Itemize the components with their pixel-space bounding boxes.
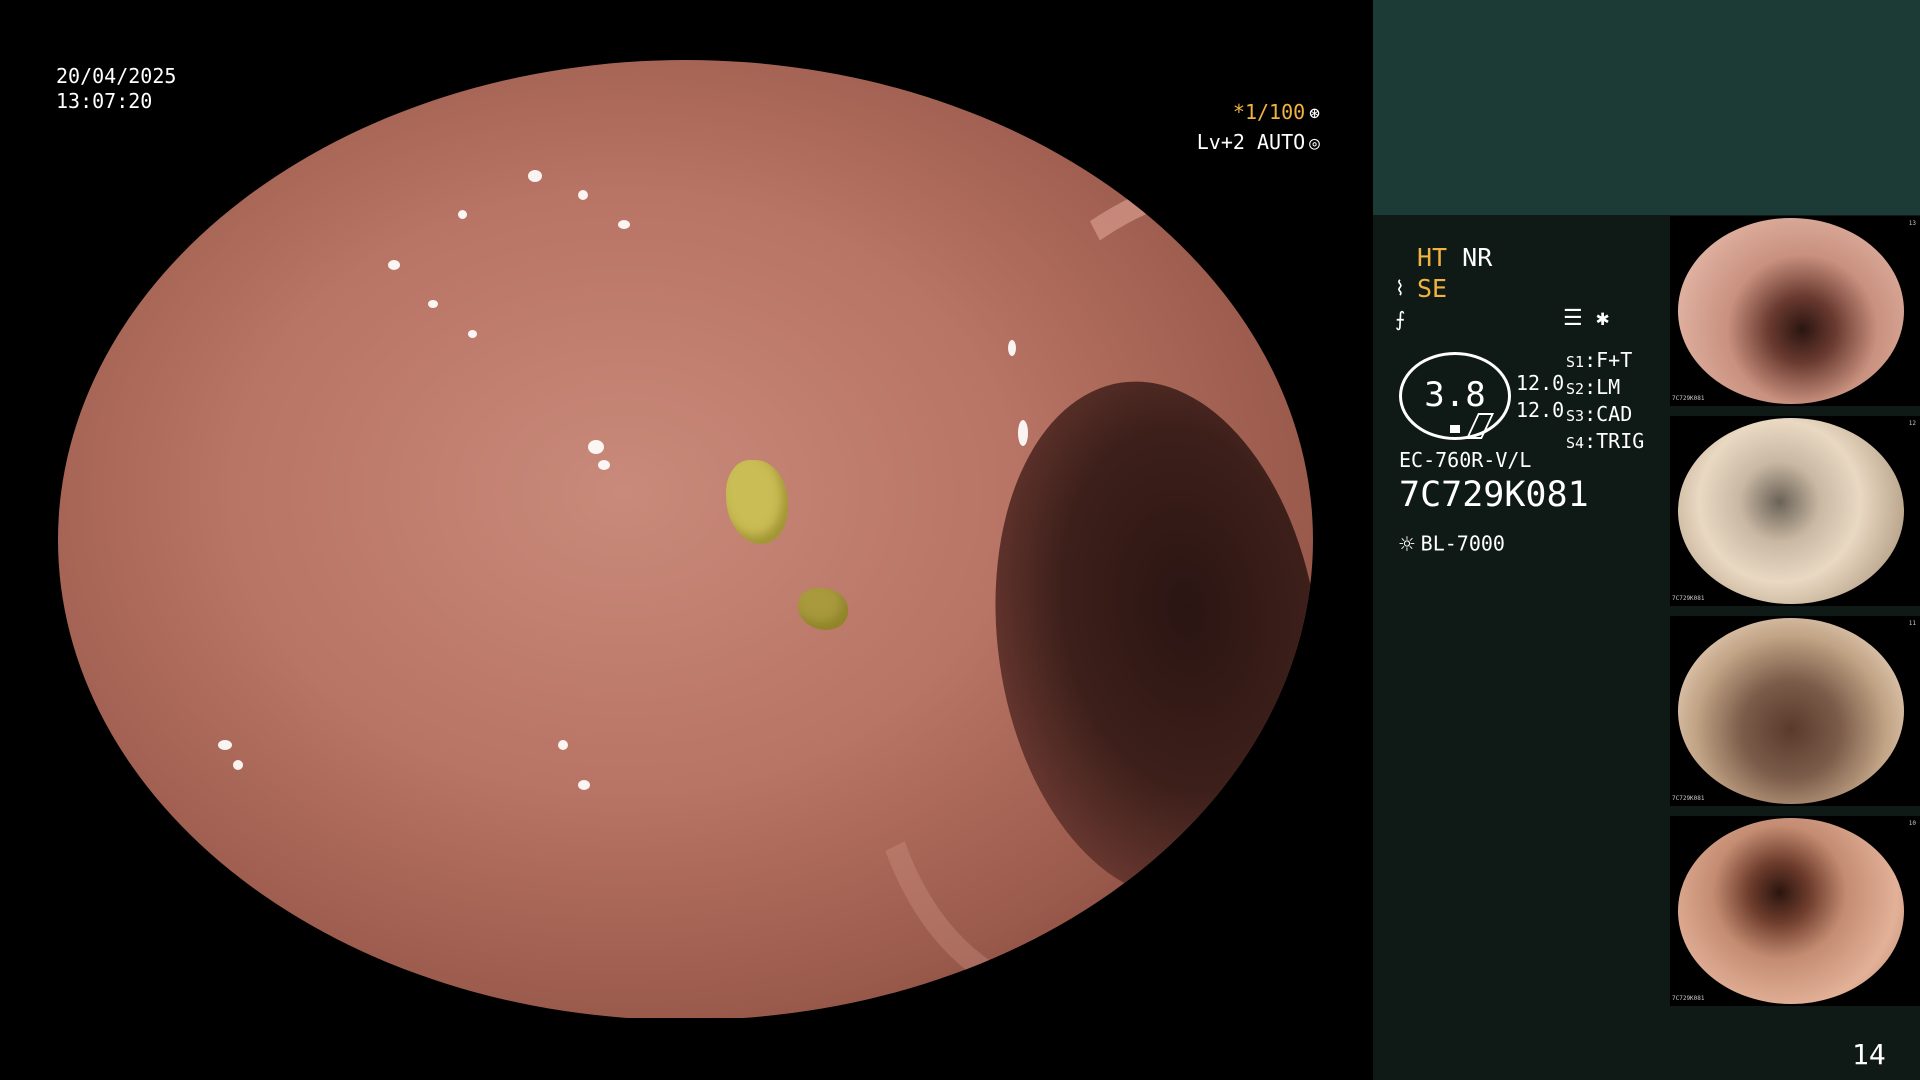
scene-item: S1:F+T bbox=[1566, 348, 1633, 372]
specular-highlight bbox=[1008, 340, 1016, 356]
filter-icon: ⨍ bbox=[1395, 307, 1406, 331]
specular-highlight bbox=[428, 300, 438, 308]
imaging-settings-overlay: *1/100 ⊛ Lv+2 AUTO ◎ bbox=[1192, 98, 1320, 158]
status-block: HT NR ⌇ SE ⨍ bbox=[1395, 242, 1492, 335]
se-label: SE bbox=[1417, 274, 1448, 303]
asterisk-icon: ✱ bbox=[1595, 306, 1610, 331]
image-crop-top bbox=[0, 0, 1373, 60]
gauge-display: 3.8 bbox=[1399, 352, 1511, 440]
scope-model: EC-760R-V/L bbox=[1399, 448, 1532, 472]
image-crop-bottom bbox=[0, 1018, 1373, 1080]
specular-highlight bbox=[388, 260, 400, 270]
nr-label: NR bbox=[1462, 243, 1493, 272]
specular-highlight bbox=[458, 210, 467, 219]
thumbnail-serial: 7C729K081 bbox=[1672, 595, 1705, 602]
thumbnail-index: 12 bbox=[1908, 420, 1916, 427]
auto-iris-icon: ◎ bbox=[1309, 133, 1320, 154]
thumbnail-index: 11 bbox=[1908, 620, 1916, 627]
specular-highlight bbox=[618, 220, 630, 229]
stool-fragment bbox=[798, 588, 848, 630]
light-source-icon: ☼ bbox=[1399, 530, 1415, 560]
specular-highlight bbox=[468, 330, 477, 338]
gauge-needle bbox=[1465, 413, 1495, 439]
scene-settings: S1:F+T S2:LM S3:CAD S4:TRIG bbox=[1566, 348, 1644, 456]
thumbnail-index: 13 bbox=[1908, 220, 1916, 227]
specular-highlight bbox=[588, 440, 604, 454]
light-source-model: BL-7000 bbox=[1420, 531, 1505, 556]
thumbnail-serial: 7C729K081 bbox=[1672, 995, 1705, 1002]
gauge-number-2: 12.0 bbox=[1516, 398, 1565, 422]
scope-serial: 7C729K081 bbox=[1399, 475, 1589, 515]
thumbnail[interactable]: 7C729K081 12 bbox=[1670, 416, 1920, 606]
thumbnail-serial: 7C729K081 bbox=[1672, 395, 1705, 402]
ht-label: HT bbox=[1417, 243, 1448, 272]
zoom-text: *1/100 bbox=[1232, 100, 1306, 124]
stool-fragment bbox=[726, 460, 788, 544]
date-text: 20/04/2025 bbox=[56, 64, 177, 88]
scene-item: S3:CAD bbox=[1566, 402, 1633, 426]
thumbnail[interactable]: 7C729K081 13 bbox=[1670, 216, 1920, 406]
date-time-overlay: 20/04/2025 13:07:20 bbox=[56, 64, 176, 114]
time-text: 13:07:20 bbox=[56, 89, 153, 113]
endoscopic-image bbox=[58, 60, 1313, 1020]
specular-highlight bbox=[578, 190, 588, 200]
mode-text: AUTO bbox=[1256, 130, 1306, 154]
thumbnail[interactable]: 7C729K081 10 bbox=[1670, 816, 1920, 1006]
specular-highlight bbox=[218, 740, 232, 750]
page-number: 14 bbox=[1852, 1038, 1886, 1071]
aperture-icon: ⊛ bbox=[1309, 103, 1320, 124]
thumbnail[interactable]: 7C729K081 11 bbox=[1670, 616, 1920, 806]
specular-highlight bbox=[558, 740, 568, 750]
light-source: ☼ BL-7000 bbox=[1399, 530, 1505, 560]
specular-highlight bbox=[528, 170, 542, 182]
level-text: Lv+2 bbox=[1196, 130, 1245, 154]
thumbnail-image bbox=[1678, 618, 1904, 804]
thumbnail-strip: 7C729K081 13 7C729K081 12 7C729K081 11 7… bbox=[1670, 216, 1920, 1016]
specular-highlight bbox=[233, 760, 243, 770]
side-panel-header-area bbox=[1373, 0, 1920, 215]
thumbnail-index: 10 bbox=[1908, 820, 1916, 827]
status-icons: ☰ ✱ bbox=[1563, 306, 1609, 331]
scene-item: S4:TRIG bbox=[1566, 429, 1645, 453]
scene-item: S2:LM bbox=[1566, 375, 1621, 399]
gauge-number-1: 12.0 bbox=[1516, 371, 1565, 395]
thumbnail-image bbox=[1678, 218, 1904, 404]
endoscope-main-view: 20/04/2025 13:07:20 *1/100 ⊛ Lv+2 AUTO ◎ bbox=[0, 0, 1373, 1080]
specular-highlight bbox=[598, 460, 610, 470]
specular-highlight bbox=[1018, 420, 1028, 446]
gauge-value: 3.8 bbox=[1424, 375, 1486, 415]
thumbnail-serial: 7C729K081 bbox=[1672, 795, 1705, 802]
cable-icon: ⌇ bbox=[1395, 276, 1405, 300]
menu-icon: ☰ bbox=[1563, 306, 1583, 331]
specular-highlight bbox=[578, 780, 590, 790]
gauge-numbers: 12.0 12.0 bbox=[1516, 370, 1564, 424]
gauge-marker bbox=[1450, 425, 1460, 433]
thumbnail-image bbox=[1678, 418, 1904, 604]
thumbnail-image bbox=[1678, 818, 1904, 1004]
